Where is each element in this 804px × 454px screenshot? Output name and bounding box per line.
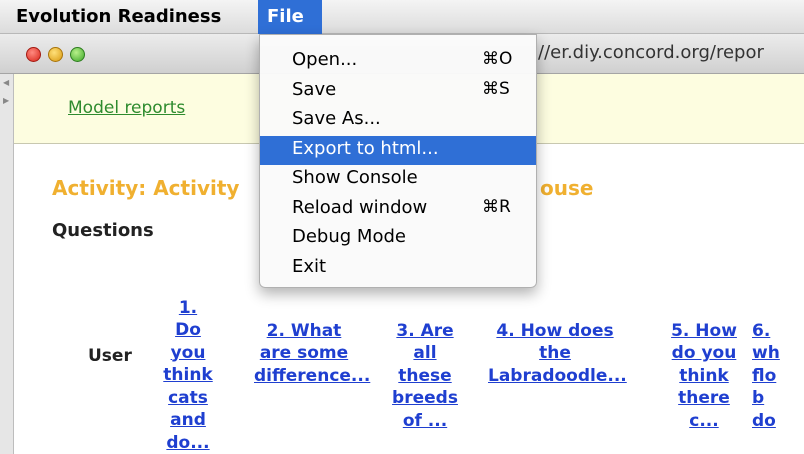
file-dropdown-menu: Open... ⌘O Save ⌘S Save As... Export to html.… [259, 34, 537, 288]
question-link-line: Do [175, 320, 201, 340]
question-link-4[interactable]: 4. How does the Labradoodle... [488, 320, 627, 388]
question-link-2[interactable]: 2. What are some difference... [254, 320, 371, 388]
close-window-button[interactable] [26, 47, 41, 62]
question-link-line: do [752, 410, 776, 431]
question-link-1[interactable]: 1. Do you think cats and do... [162, 297, 214, 454]
question-link-line: difference... [254, 365, 371, 386]
question-link-line: 4. How does [496, 320, 614, 341]
menu-item-exit[interactable]: Exit [260, 254, 536, 283]
menu-item-label: Debug Mode [292, 226, 406, 247]
menu-item-label: Export to html... [292, 137, 439, 159]
question-link-line: all [413, 343, 437, 363]
question-link-3[interactable]: 3. Are all these breeds of ... [384, 320, 466, 433]
question-link-line: these [398, 365, 452, 386]
menu-item-open[interactable]: Open... ⌘O [260, 47, 536, 76]
menu-item-label: Save [292, 78, 337, 100]
question-link-line: flo [752, 365, 777, 386]
question-link-line: 3. Are [396, 320, 454, 341]
question-link-line: you [170, 342, 206, 363]
question-link-line: there [678, 388, 730, 408]
question-link-line: c... [689, 410, 719, 431]
question-link-line: b [752, 388, 765, 408]
activity-title-tail: ouse [540, 176, 594, 200]
question-link-line: think [679, 365, 729, 386]
questions-heading: Questions [52, 220, 154, 241]
question-link-line: 6. [752, 320, 771, 341]
question-link-line: are some [259, 343, 349, 363]
question-link-line: think [163, 365, 213, 385]
menu-item-save-as[interactable]: Save As... [260, 106, 536, 135]
question-link-line: do you [671, 343, 737, 363]
model-reports-link[interactable]: Model reports [68, 98, 185, 118]
minimize-window-button[interactable] [48, 47, 63, 62]
user-column-header: User [88, 346, 132, 366]
question-link-line: of ... [402, 410, 448, 431]
question-link-line: 2. What [266, 320, 342, 341]
menu-item-reload-window[interactable]: Reload window ⌘R [260, 195, 536, 224]
zoom-window-button[interactable] [70, 47, 85, 62]
question-link-line: Labradoodle... [488, 365, 627, 386]
menu-item-label: Reload window [292, 196, 428, 218]
menu-item-export-to-html[interactable]: Export to html... [260, 135, 536, 165]
menu-item-shortcut: ⌘S [482, 78, 510, 99]
caret-left-icon[interactable]: ◀ [3, 78, 9, 87]
window-url: //er.diy.concord.org/repor [538, 42, 764, 63]
file-menu[interactable]: File [258, 0, 322, 34]
question-link-line: do... [166, 432, 210, 453]
menu-item-show-console[interactable]: Show Console [260, 165, 536, 194]
caret-right-icon[interactable]: ▶ [3, 96, 9, 105]
menu-item-shortcut: ⌘R [482, 196, 511, 217]
menu-item-label: Save As... [292, 108, 381, 129]
file-menu-label: File [267, 6, 304, 27]
app-menu[interactable]: Evolution Readiness [16, 6, 221, 27]
menu-item-save[interactable]: Save ⌘S [260, 77, 536, 106]
menu-item-shortcut: ⌘O [482, 49, 513, 69]
question-link-line: cats [168, 387, 208, 408]
question-link-5[interactable]: 5. How do you think there c... [664, 320, 744, 433]
menu-item-label: Show Console [292, 167, 418, 188]
menu-item-label: Exit [292, 255, 327, 277]
question-link-line: the [539, 343, 571, 363]
question-link-line: wh [752, 343, 780, 363]
question-link-6[interactable]: 6. wh flo b do [752, 320, 804, 433]
side-strip: ◀ ▶ [0, 74, 14, 454]
menu-bar: Evolution Readiness File [0, 0, 804, 34]
menu-item-debug-mode[interactable]: Debug Mode [260, 224, 536, 253]
question-link-line: 1. [178, 297, 198, 318]
question-link-line: 5. How [671, 320, 737, 341]
question-link-line: and [170, 410, 206, 430]
menu-item-label: Open... [292, 49, 358, 70]
question-link-line: breeds [392, 388, 458, 408]
activity-title: Activity: Activity [52, 176, 240, 200]
